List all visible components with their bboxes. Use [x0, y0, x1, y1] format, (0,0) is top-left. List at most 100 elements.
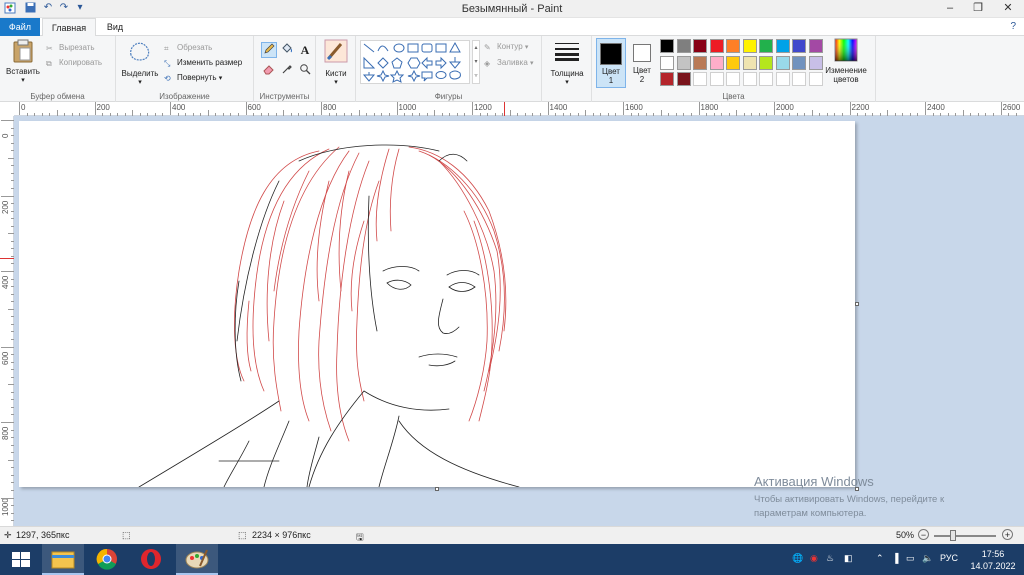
canvas-resize-handle-bottom[interactable] — [435, 487, 439, 491]
palette-color-swatch[interactable] — [709, 39, 724, 53]
size-button[interactable]: Толщина ▾ — [546, 41, 588, 86]
copy-button[interactable]: ⧉ Копировать — [46, 56, 102, 69]
close-button[interactable]: ✕ — [994, 0, 1022, 17]
palette-color-swatch[interactable] — [759, 55, 773, 70]
edit-colors-button[interactable]: Изменение цветов — [820, 38, 872, 84]
zoom-slider-thumb[interactable] — [950, 530, 956, 541]
start-button[interactable] — [0, 544, 42, 575]
zoom-in-button[interactable]: + — [1002, 529, 1013, 540]
outline-button[interactable]: ✎ Контур ▾ — [484, 40, 528, 53]
fill-button[interactable]: ◈ Заливка ▾ — [484, 56, 534, 69]
selection-size-icon: ⬚ — [122, 530, 131, 540]
brushes-button[interactable]: Кисти ▾ — [318, 39, 354, 86]
edit-colors-label-2: цветов — [833, 75, 859, 84]
activation-line-1: Чтобы активировать Windows, перейдите к — [754, 494, 945, 505]
input-language[interactable]: РУС — [940, 553, 958, 563]
activation-line-2: параметрам компьютера. — [754, 508, 867, 519]
battery-icon[interactable]: ▭ — [906, 553, 915, 564]
tab-home[interactable]: Главная — [42, 18, 96, 37]
eyedropper-icon — [282, 65, 292, 74]
fill-tool-button[interactable] — [279, 42, 295, 58]
palette-color-swatch[interactable] — [676, 55, 691, 70]
tab-view[interactable]: Вид — [98, 18, 132, 37]
tab-file[interactable]: Файл — [0, 18, 40, 36]
ruler-cursor-marker — [0, 258, 14, 259]
palette-color-swatch[interactable] — [775, 55, 790, 70]
steam-icon[interactable]: ♨ — [826, 553, 834, 564]
shapes-scroll[interactable]: ▴ ▾ ▿ — [472, 40, 480, 84]
color-picker-tool-button[interactable] — [279, 63, 295, 79]
palette-color-swatch[interactable] — [660, 72, 674, 86]
tray-app-icon[interactable]: ◉ — [810, 553, 818, 564]
palette-color-swatch[interactable] — [726, 39, 740, 53]
palette-custom-slot[interactable] — [775, 72, 790, 86]
pencil-icon — [264, 43, 275, 54]
palette-color-swatch[interactable] — [709, 55, 724, 70]
taskbar-chrome[interactable] — [86, 544, 128, 575]
palette-color-swatch[interactable] — [660, 39, 674, 53]
palette-color-swatch[interactable] — [676, 72, 691, 86]
cut-button[interactable]: ✂ Вырезать — [46, 41, 95, 54]
palette-color-swatch[interactable] — [693, 55, 707, 70]
text-tool-button[interactable]: A — [297, 42, 313, 58]
fill-icon: ◈ — [484, 59, 491, 68]
taskbar-explorer[interactable] — [42, 544, 84, 575]
copy-label: Копировать — [59, 58, 103, 67]
show-hidden-icons-icon[interactable]: ⌃ — [876, 553, 884, 564]
ruler-h-label: 2000 — [776, 103, 794, 112]
palette-color-swatch[interactable] — [775, 39, 790, 53]
palette-custom-slot[interactable] — [759, 72, 773, 86]
taskbar-paint[interactable] — [176, 544, 218, 575]
color1-button[interactable]: Цвет 1 — [596, 38, 626, 88]
shapes-gallery — [360, 40, 470, 84]
tray-app-2-icon[interactable]: ◧ — [844, 553, 853, 564]
palette-custom-slot[interactable] — [709, 72, 724, 86]
clock[interactable]: 17:56 14.07.2022 — [968, 548, 1018, 572]
volume-icon[interactable]: 🔈 — [922, 553, 933, 564]
help-icon[interactable]: ? — [1010, 21, 1016, 32]
network-app-icon[interactable]: 🌐 — [792, 553, 803, 564]
pencil-tool-button[interactable] — [261, 42, 277, 58]
palette-color-swatch[interactable] — [759, 39, 773, 53]
palette-color-swatch[interactable] — [660, 55, 674, 70]
crop-button[interactable]: ⌗ Обрезать — [164, 41, 212, 54]
palette-color-swatch[interactable] — [693, 39, 707, 53]
eraser-tool-button[interactable] — [261, 63, 277, 79]
minimize-button[interactable]: – — [936, 0, 964, 17]
rotate-button[interactable]: ⟲ Повернуть ▾ — [164, 71, 222, 84]
workspace[interactable] — [14, 116, 1024, 526]
color2-button[interactable]: Цвет 2 — [628, 38, 656, 88]
ruler-v-label: 0 — [1, 133, 10, 138]
resize-button[interactable]: ⤡ Изменить размер — [164, 56, 242, 69]
zoom-out-button[interactable]: − — [918, 529, 929, 540]
network-icon[interactable]: ▐ — [892, 553, 898, 563]
taskbar-opera[interactable] — [130, 544, 172, 575]
brushes-label: Кисти — [325, 69, 347, 78]
drawing-canvas[interactable] — [19, 121, 855, 487]
sketch-drawing — [138, 144, 520, 487]
status-bar: ✛ 1297, 365пкс ⬚ ⬚ 2234 × 976пкс 🖫 50% −… — [0, 526, 1024, 544]
palette-color-swatch[interactable] — [742, 55, 757, 70]
canvas-resize-handle-right[interactable] — [855, 302, 859, 306]
palette-color-swatch[interactable] — [676, 39, 691, 53]
line-thickness-icon — [555, 43, 579, 61]
palette-custom-slot[interactable] — [693, 72, 707, 86]
palette-custom-slot[interactable] — [792, 72, 806, 86]
clipboard-group: Вставить ▾ ✂ Вырезать ⧉ Копировать Буфер о… — [0, 36, 116, 102]
color1-label: Цвет — [602, 67, 620, 76]
paste-button[interactable]: Вставить ▾ — [4, 39, 42, 84]
zoom-slider[interactable] — [934, 535, 996, 537]
shapes-group: ▴ ▾ ▿ ✎ Контур ▾ ◈ Заливка ▾ Фигуры — [356, 36, 542, 102]
maximize-button[interactable]: ❐ — [964, 0, 992, 17]
palette-color-swatch[interactable] — [742, 39, 757, 53]
magnifier-tool-button[interactable] — [297, 63, 313, 79]
palette-color-swatch[interactable] — [726, 55, 740, 70]
palette-color-swatch[interactable] — [792, 55, 806, 70]
select-button[interactable]: Выделить ▾ — [118, 39, 162, 86]
palette-custom-slot[interactable] — [742, 72, 757, 86]
palette-color-swatch[interactable] — [792, 39, 806, 53]
ruler-h-label: 1000 — [398, 103, 417, 112]
clock-time: 17:56 — [981, 549, 1005, 559]
outline-label: Контур — [497, 42, 523, 51]
palette-custom-slot[interactable] — [726, 72, 740, 86]
